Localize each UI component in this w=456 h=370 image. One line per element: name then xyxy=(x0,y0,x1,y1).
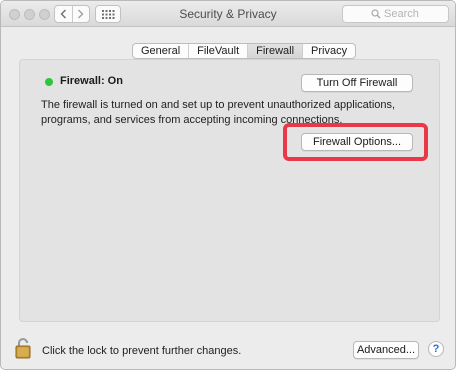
search-icon xyxy=(371,9,381,19)
tab-bar: General FileVault Firewall Privacy xyxy=(132,43,357,59)
highlight-box xyxy=(283,123,428,161)
help-button[interactable]: ? xyxy=(428,341,444,357)
preferences-window: Security & Privacy Search General FileVa… xyxy=(0,0,456,370)
tab-privacy[interactable]: Privacy xyxy=(303,44,355,58)
tab-firewall[interactable]: Firewall xyxy=(248,44,304,58)
search-field[interactable]: Search xyxy=(342,5,449,23)
lock-icon[interactable] xyxy=(15,337,31,359)
firewall-status: Firewall: On xyxy=(60,75,123,87)
turn-off-firewall-button[interactable]: Turn Off Firewall xyxy=(301,74,413,92)
status-indicator-icon xyxy=(45,78,53,86)
title-bar: Security & Privacy Search xyxy=(1,1,455,27)
tab-filevault[interactable]: FileVault xyxy=(189,44,249,58)
lock-message: Click the lock to prevent further change… xyxy=(42,345,242,357)
advanced-button[interactable]: Advanced... xyxy=(353,341,419,359)
tab-general[interactable]: General xyxy=(133,44,190,58)
search-placeholder: Search xyxy=(384,8,419,20)
